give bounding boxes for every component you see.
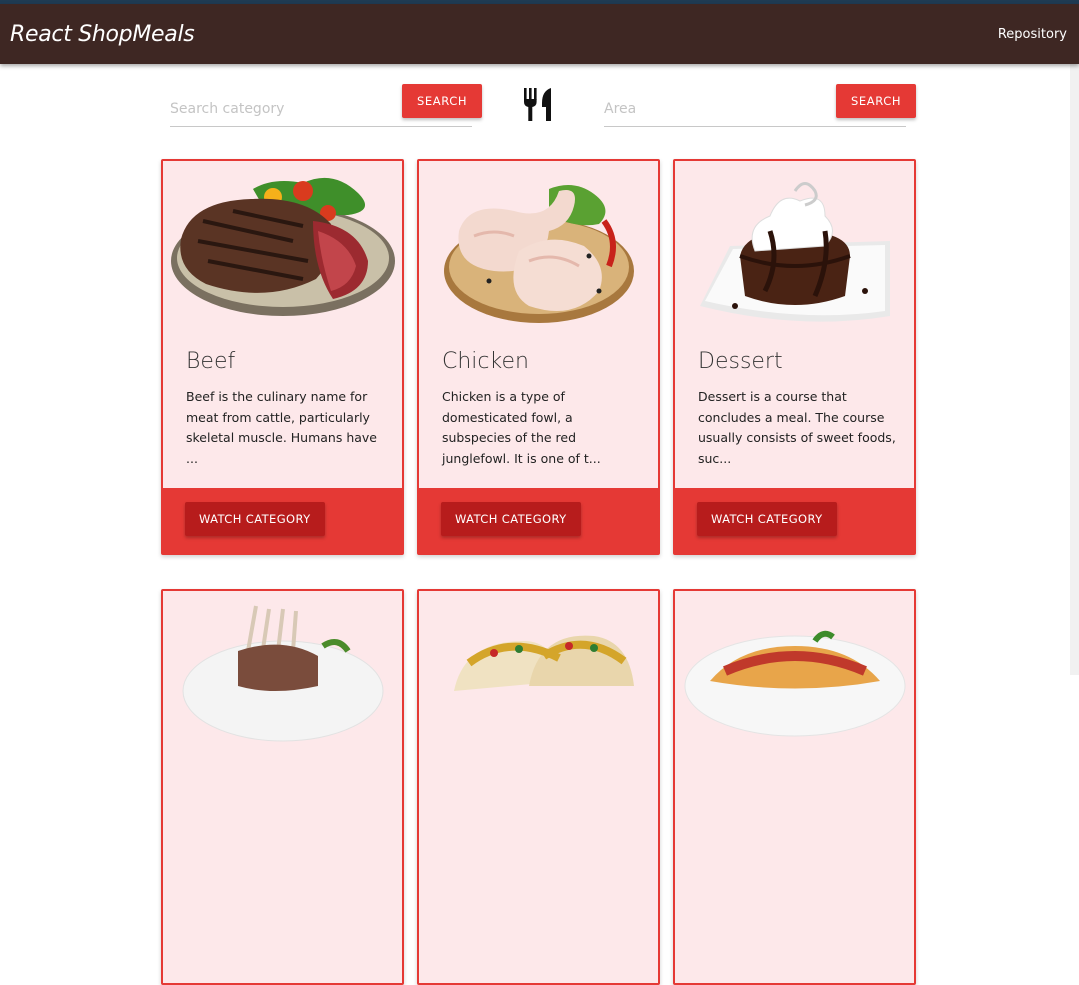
beef-steak-image — [171, 177, 395, 316]
category-card-dessert: Dessert Dessert is a course that conclud… — [673, 159, 916, 555]
card-title: Dessert — [698, 349, 783, 374]
page-scrollbar[interactable] — [1070, 64, 1079, 675]
search-bar: SEARCH SEARCH — [0, 84, 1079, 134]
category-search-button[interactable]: SEARCH — [402, 84, 482, 118]
navbar: React ShopMeals Repository — [0, 4, 1079, 64]
watch-category-button[interactable]: WATCH CATEGORY — [185, 502, 325, 536]
watch-category-button[interactable]: WATCH CATEGORY — [441, 502, 581, 536]
card-description: Dessert is a course that concludes a mea… — [698, 389, 896, 466]
card-action-bar: WATCH CATEGORY — [675, 488, 914, 553]
card-action-bar: WATCH CATEGORY — [163, 488, 402, 553]
chocolate-dessert-image — [700, 182, 890, 322]
watch-category-button[interactable]: WATCH CATEGORY — [697, 502, 837, 536]
card-title: Beef — [186, 349, 236, 374]
card-description: Beef is the culinary name for meat from … — [186, 389, 377, 466]
app-title[interactable]: React ShopMeals — [10, 22, 195, 47]
lamb-rack-image — [182, 605, 384, 742]
pasta-image — [684, 630, 906, 737]
repository-link[interactable]: Repository — [998, 27, 1067, 42]
category-card-chicken: Chicken Chicken is a type of domesticate… — [417, 159, 660, 555]
chicken-legs-image — [444, 185, 634, 323]
category-card-tacos — [417, 589, 660, 985]
card-title: Chicken — [442, 349, 529, 374]
card-action-bar: WATCH CATEGORY — [419, 488, 658, 553]
category-card-beef: Beef Beef is the culinary name for meat … — [161, 159, 404, 555]
cutlery-icon — [524, 88, 551, 121]
card-description: Chicken is a type of domesticated fowl, … — [442, 389, 601, 466]
category-card-lamb — [161, 589, 404, 985]
tacos-image — [454, 635, 634, 691]
category-card-pasta — [673, 589, 916, 985]
area-search-button[interactable]: SEARCH — [836, 84, 916, 118]
